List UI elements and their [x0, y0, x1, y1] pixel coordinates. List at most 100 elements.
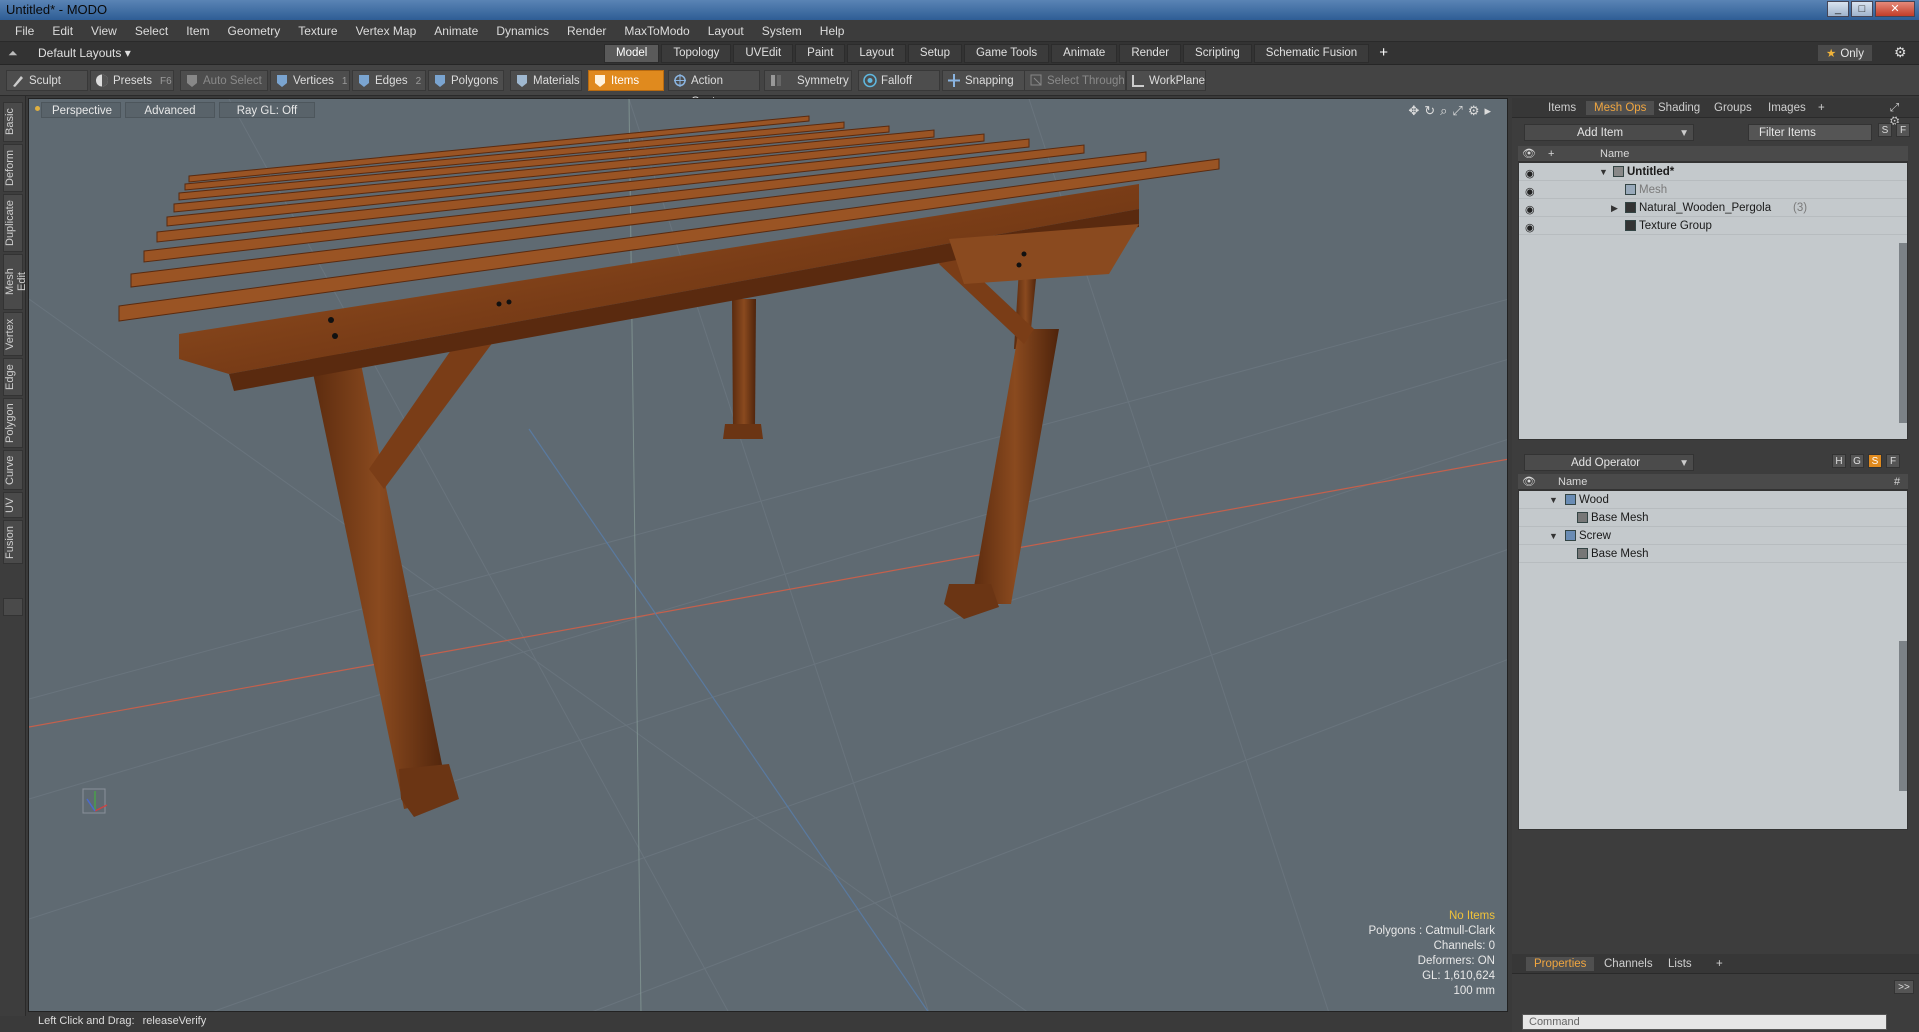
tab-setup[interactable]: Setup — [907, 44, 962, 63]
3d-viewport[interactable]: Perspective Advanced Ray GL: Off ✥ ↻ ⌕ ⤢… — [28, 98, 1508, 1012]
tab-uvedit[interactable]: UVEdit — [733, 44, 794, 63]
menu-render[interactable]: Render — [558, 24, 615, 38]
edges-button[interactable]: Edges 2 — [352, 70, 426, 91]
presets-button[interactable]: Presets F6 — [90, 70, 174, 91]
h-toggle[interactable]: H — [1832, 454, 1846, 468]
collapse-arrow-icon[interactable]: ▼ — [1599, 163, 1608, 181]
layout-toggle-icon[interactable]: ⏶ — [8, 46, 18, 61]
left-panel-toggle[interactable] — [3, 598, 23, 616]
zoom-icon[interactable]: ⌕ — [1440, 103, 1447, 119]
expand-panel-button[interactable]: >> — [1894, 980, 1914, 994]
command-input[interactable]: Command — [1522, 1014, 1887, 1030]
f-ops-toggle[interactable]: F — [1886, 454, 1900, 468]
scene-canvas[interactable] — [29, 99, 1508, 1012]
select-through-button[interactable]: Select Through — [1024, 70, 1126, 91]
tab-deform[interactable]: Deform — [3, 144, 23, 192]
tab-polygon[interactable]: Polygon — [3, 398, 23, 448]
items-scrollbar[interactable] — [1899, 243, 1907, 423]
minimize-button[interactable]: _ — [1827, 1, 1849, 17]
pan-icon[interactable]: ✥ — [1408, 103, 1419, 119]
menu-vertex-map[interactable]: Vertex Map — [347, 24, 426, 38]
rotate-icon[interactable]: ↻ — [1424, 103, 1435, 119]
tab-vertex[interactable]: Vertex — [3, 312, 23, 356]
filter-items-input[interactable]: Filter Items — [1748, 124, 1872, 141]
layout-dropdown[interactable]: Default Layouts ▾ — [38, 46, 131, 60]
ops-scrollbar[interactable] — [1899, 641, 1907, 791]
menu-animate[interactable]: Animate — [425, 24, 487, 38]
materials-button[interactable]: Materials — [510, 70, 582, 91]
action-center-button[interactable]: Action Center — [668, 70, 760, 108]
ops-row[interactable]: ▼ Screw — [1519, 527, 1907, 545]
add-panel-tab[interactable]: + — [1810, 101, 1833, 115]
tab-images[interactable]: Images — [1760, 101, 1814, 115]
tab-scripting[interactable]: Scripting — [1183, 44, 1252, 63]
front-right-post[interactable] — [971, 329, 1059, 604]
g-toggle[interactable]: G — [1850, 454, 1864, 468]
polygons-button[interactable]: Polygons — [428, 70, 504, 91]
tab-layout[interactable]: Layout — [847, 44, 906, 63]
menu-texture[interactable]: Texture — [289, 24, 346, 38]
menu-dynamics[interactable]: Dynamics — [487, 24, 558, 38]
ops-row[interactable]: Base Mesh — [1519, 545, 1907, 563]
add-operator-button[interactable]: Add Operator ▼ — [1524, 454, 1694, 471]
menu-system[interactable]: System — [753, 24, 811, 38]
menu-layout[interactable]: Layout — [699, 24, 753, 38]
tab-curve[interactable]: Curve — [3, 450, 23, 490]
tab-properties[interactable]: Properties — [1526, 957, 1595, 971]
shading-dropdown[interactable]: Advanced — [125, 102, 215, 118]
tab-shading[interactable]: Shading — [1650, 101, 1708, 115]
tab-model[interactable]: Model — [604, 44, 660, 63]
tab-edge[interactable]: Edge — [3, 358, 23, 396]
expand-arrow-icon[interactable]: ▶ — [1611, 199, 1618, 217]
tab-game-tools[interactable]: Game Tools — [963, 44, 1050, 63]
add-item-button[interactable]: Add Item ▼ — [1524, 124, 1694, 141]
menu-view[interactable]: View — [82, 24, 126, 38]
tab-render[interactable]: Render — [1119, 44, 1182, 63]
vertices-button[interactable]: Vertices 1 — [270, 70, 350, 91]
raygl-dropdown[interactable]: Ray GL: Off — [219, 102, 315, 118]
tab-mesh-edit[interactable]: Mesh Edit — [3, 254, 28, 310]
symmetry-button[interactable]: Symmetry — [764, 70, 852, 91]
maximize-button[interactable]: □ — [1851, 1, 1873, 17]
collapse-arrow-icon[interactable]: ▼ — [1549, 527, 1558, 545]
menu-file[interactable]: File — [6, 24, 43, 38]
add-props-tab[interactable]: + — [1708, 957, 1731, 971]
ops-row[interactable]: ▼ Wood — [1519, 491, 1907, 509]
menu-select[interactable]: Select — [126, 24, 177, 38]
gear-icon[interactable]: ⚙ — [1894, 44, 1907, 61]
viewport-menu-icon[interactable]: ▸ — [1484, 103, 1491, 119]
close-button[interactable]: ✕ — [1875, 1, 1915, 17]
tree-row[interactable]: ◉ Texture Group — [1519, 217, 1907, 235]
only-toggle[interactable]: ★ Only — [1818, 45, 1872, 61]
tree-row[interactable]: ◉ Mesh — [1519, 181, 1907, 199]
tab-topology[interactable]: Topology — [661, 44, 732, 63]
viewport-settings-icon[interactable]: ⚙ — [1468, 103, 1480, 119]
tree-row[interactable]: ◉ ▶ Natural_Wooden_Pergola (3) — [1519, 199, 1907, 217]
menu-item[interactable]: Item — [177, 24, 218, 38]
tab-lists[interactable]: Lists — [1660, 957, 1700, 971]
menu-edit[interactable]: Edit — [43, 24, 82, 38]
tab-uv[interactable]: UV — [3, 492, 23, 518]
tab-mesh-ops[interactable]: Mesh Ops — [1586, 101, 1655, 115]
menu-geometry[interactable]: Geometry — [219, 24, 290, 38]
tab-duplicate[interactable]: Duplicate — [3, 194, 23, 252]
falloff-button[interactable]: Falloff — [858, 70, 940, 91]
snapping-button[interactable]: Snapping — [942, 70, 1026, 91]
visibility-eye-icon[interactable]: ◉ — [1525, 219, 1535, 237]
s-ops-toggle[interactable]: S — [1868, 454, 1882, 468]
tab-channels[interactable]: Channels — [1596, 957, 1661, 971]
tab-basic[interactable]: Basic — [3, 102, 23, 142]
tab-items[interactable]: Items — [1540, 101, 1584, 115]
tree-row[interactable]: ◉ ▼ Untitled* — [1519, 163, 1907, 181]
view-type-dropdown[interactable]: Perspective — [41, 102, 121, 118]
tab-paint[interactable]: Paint — [795, 44, 846, 63]
sculpt-button[interactable]: Sculpt — [6, 70, 88, 91]
workplane-button[interactable]: WorkPlane — [1126, 70, 1206, 91]
auto-select-button[interactable]: Auto Select — [180, 70, 268, 91]
s-toggle[interactable]: S — [1878, 123, 1892, 137]
fit-icon[interactable]: ⤢ — [1452, 103, 1462, 119]
tab-groups[interactable]: Groups — [1706, 101, 1760, 115]
menu-help[interactable]: Help — [811, 24, 854, 38]
f-toggle[interactable]: F — [1896, 123, 1910, 137]
back-left-post[interactable] — [732, 299, 756, 429]
